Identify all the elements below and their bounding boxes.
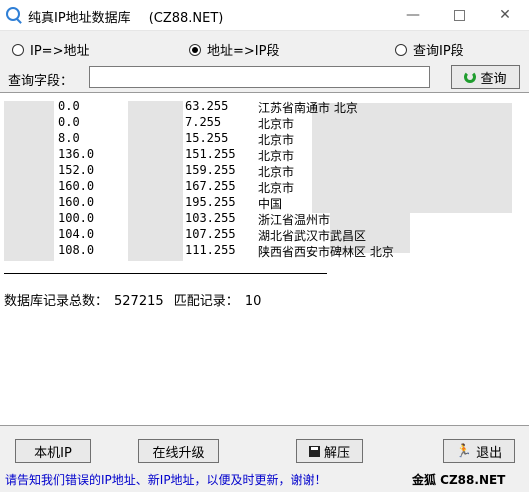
redaction-blur bbox=[4, 101, 54, 261]
maximize-icon bbox=[453, 9, 465, 21]
floppy-disk-icon bbox=[308, 445, 320, 457]
radio-icon bbox=[12, 43, 24, 56]
query-input[interactable] bbox=[89, 66, 430, 88]
local-ip-button[interactable]: 本机IP bbox=[15, 439, 91, 463]
minimize-button[interactable]: — bbox=[390, 0, 436, 30]
divider bbox=[4, 273, 327, 274]
brand-label: 金狐 CZ88.NET bbox=[412, 473, 506, 487]
mode-address-to-ip-range[interactable]: 地址=>IP段 bbox=[189, 40, 279, 59]
maximize-button[interactable] bbox=[436, 0, 482, 30]
results-panel[interactable]: 0.0 63.255 江苏省南通市 北京 0.0 7.255 北京市 8.0 15.255… bbox=[0, 92, 529, 426]
record-stats: 数据库记录总数： 527215 匹配记录： 10 bbox=[4, 294, 262, 309]
extract-button[interactable]: 解压 bbox=[296, 439, 363, 463]
radio-icon bbox=[395, 43, 407, 56]
running-man-icon: 🏃 bbox=[455, 443, 473, 459]
close-button[interactable]: ✕ bbox=[482, 0, 528, 30]
mode-query-ip-range[interactable]: 查询IP段 bbox=[395, 40, 464, 59]
online-upgrade-button[interactable]: 在线升级 bbox=[138, 439, 219, 463]
title-bar: 纯真IP地址数据库 (CZ88.NET) — ✕ bbox=[0, 0, 529, 31]
footer-notice: 请告知我们错误的IP地址、新IP地址，以便及时更新，谢谢！ bbox=[5, 473, 327, 487]
query-button[interactable]: 查询 bbox=[451, 65, 520, 89]
refresh-icon bbox=[464, 71, 477, 83]
mode-ip-to-address[interactable]: IP=>地址 bbox=[12, 40, 89, 59]
redaction-blur bbox=[312, 103, 512, 213]
window-title: 纯真IP地址数据库 (CZ88.NET) bbox=[28, 11, 224, 26]
search-app-icon bbox=[6, 7, 20, 21]
query-field-label: 查询字段： bbox=[8, 74, 74, 89]
exit-button[interactable]: 🏃 退出 bbox=[443, 439, 515, 463]
radio-selected-icon bbox=[189, 43, 201, 56]
redaction-blur bbox=[128, 101, 183, 261]
